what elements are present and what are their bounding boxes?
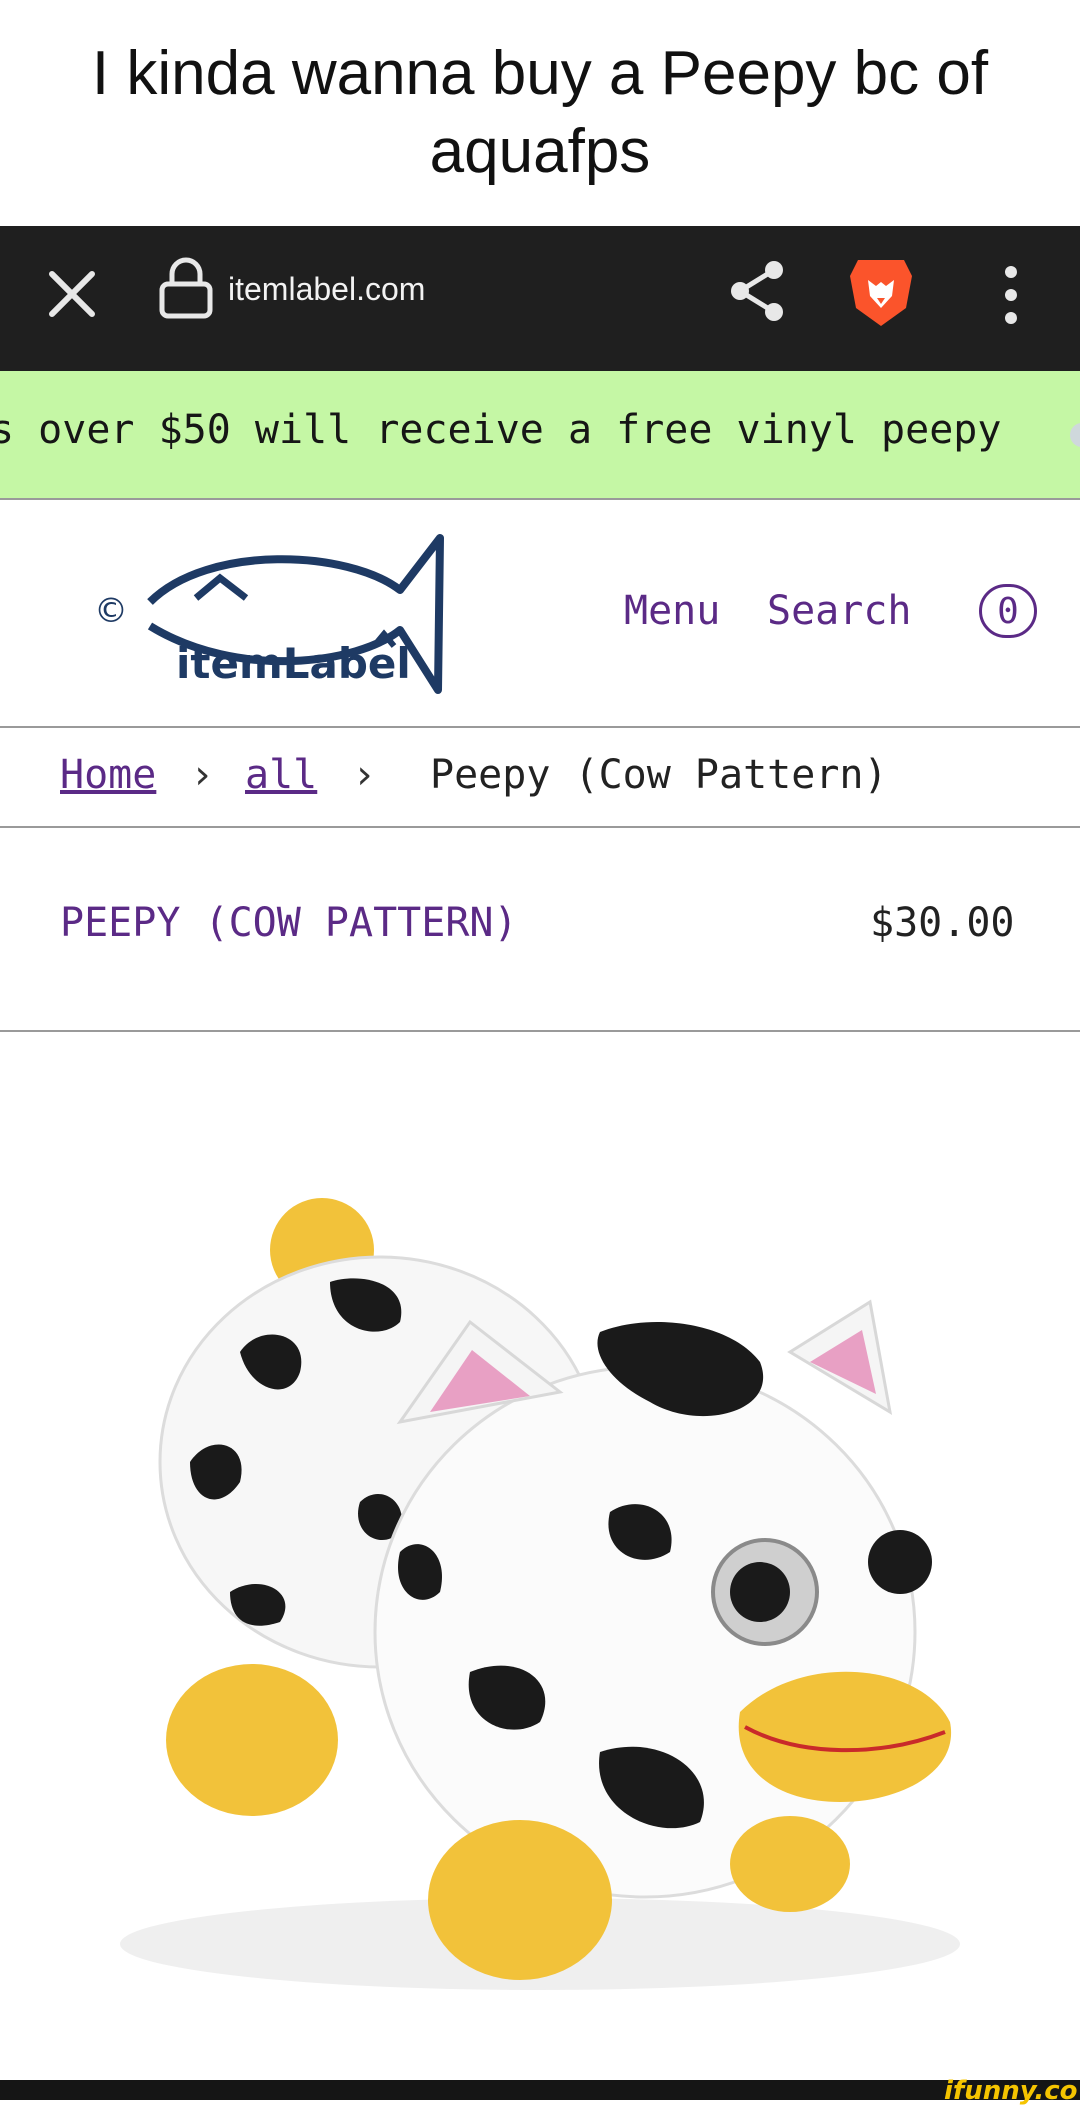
logo-text: itemLabel <box>176 639 411 688</box>
browser-toolbar: itemlabel.com <box>0 226 1080 371</box>
share-icon[interactable] <box>726 256 788 326</box>
breadcrumb-current: Peepy (Cow Pattern) <box>430 752 888 798</box>
breadcrumb: Home › all › Peepy (Cow Pattern) <box>0 728 1080 828</box>
watermark-bar <box>0 2080 1080 2100</box>
nav-search-link[interactable]: Search <box>767 588 912 634</box>
logo-mark: © <box>94 591 128 631</box>
cart-count: 0 <box>997 590 1019 632</box>
lock-icon <box>159 257 213 319</box>
cart-button[interactable]: 0 <box>979 584 1037 638</box>
meme-caption: I kinda wanna buy a Peepy bc of aquafps <box>0 0 1080 226</box>
breadcrumb-all-link[interactable]: all <box>245 752 317 798</box>
brave-lion-icon[interactable] <box>846 254 916 330</box>
close-icon[interactable] <box>42 264 102 324</box>
product-price: $30.00 <box>870 900 1015 946</box>
breadcrumb-home-link[interactable]: Home <box>60 752 156 798</box>
more-vert-icon[interactable] <box>986 260 1036 330</box>
product-image[interactable] <box>0 1032 1080 2080</box>
promo-text: s over $50 will receive a free vinyl pee… <box>0 407 1002 453</box>
nav-menu-link[interactable]: Menu <box>624 588 720 634</box>
peepy-emoji-icon <box>1070 423 1080 447</box>
site-header: © itemLabel Menu Search 0 <box>0 500 1080 728</box>
peepy-plush-illustration <box>120 1198 960 1990</box>
url-text[interactable]: itemlabel.com <box>228 271 425 308</box>
ifunny-watermark: ifunny.co <box>944 2076 1078 2106</box>
breadcrumb-separator: › <box>352 752 377 798</box>
itemlabel-logo[interactable]: © itemLabel <box>88 530 458 700</box>
product-title: PEEPY (COW PATTERN) <box>60 900 518 946</box>
product-header: PEEPY (COW PATTERN) $30.00 <box>0 828 1080 1032</box>
caption-text: I kinda wanna buy a Peepy bc of aquafps <box>91 39 989 186</box>
promo-banner: s over $50 will receive a free vinyl pee… <box>0 371 1080 500</box>
breadcrumb-separator: › <box>190 752 215 798</box>
